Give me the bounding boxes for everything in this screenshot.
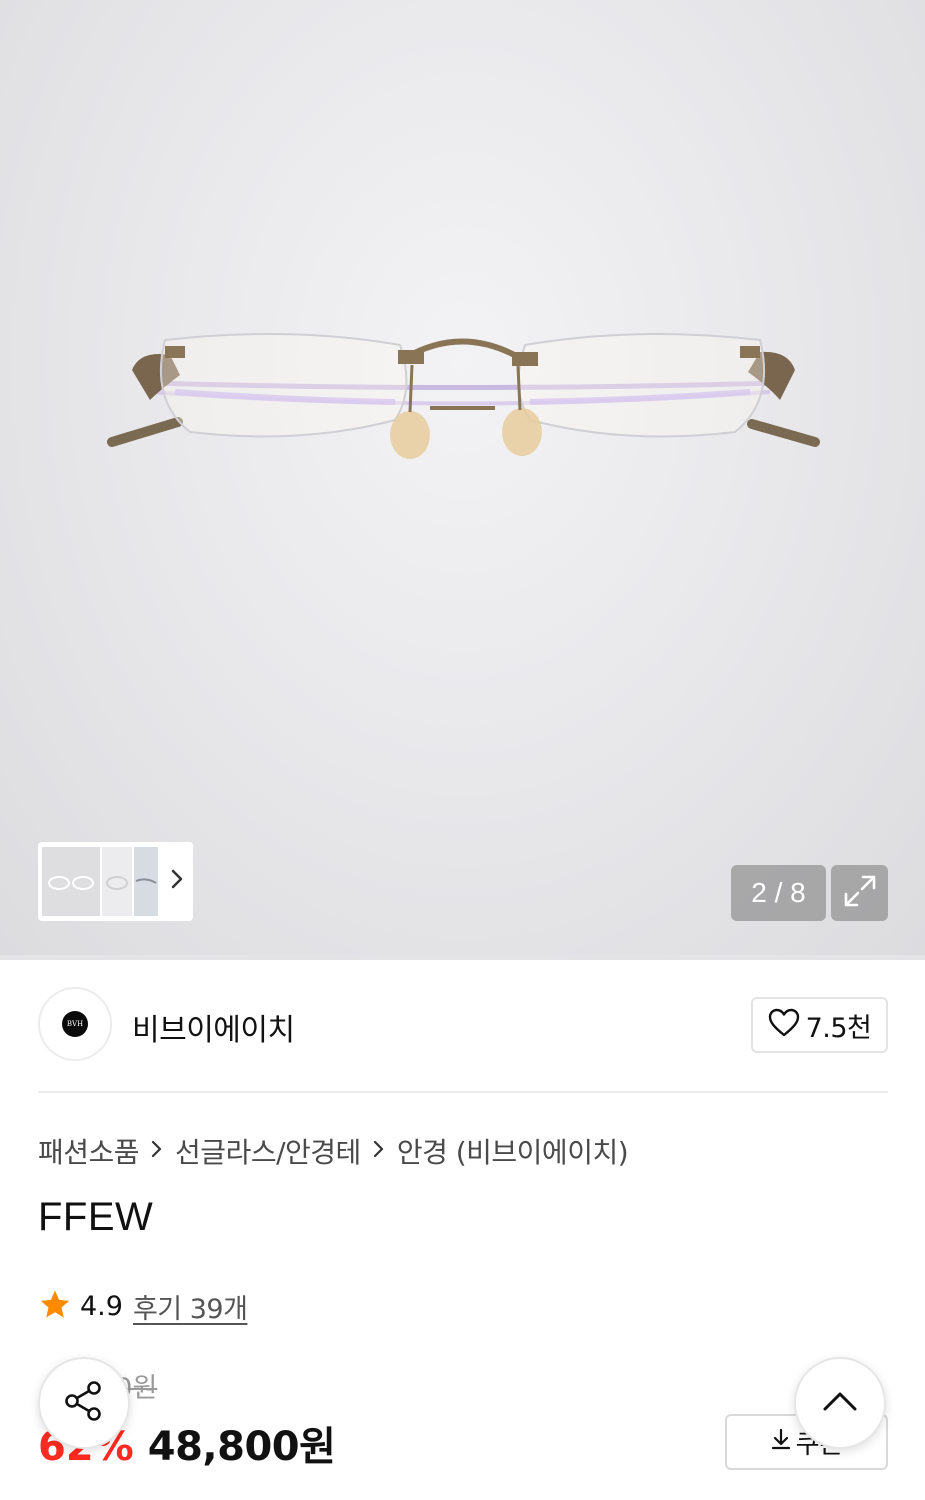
- sale-price: 48,800원: [147, 1424, 336, 1470]
- download-icon: [770, 1427, 792, 1458]
- brand-logo[interactable]: BVH: [38, 987, 112, 1061]
- expand-button[interactable]: [831, 865, 888, 921]
- like-button[interactable]: 7.5천: [751, 997, 888, 1053]
- rating-value: 4.9: [80, 1291, 123, 1322]
- scroll-top-button[interactable]: [794, 1357, 886, 1449]
- brand-row: BVH 비브이에이치 7.5천: [38, 987, 888, 1063]
- thumbnail-3[interactable]: [134, 847, 158, 916]
- breadcrumb-item[interactable]: 안경 (비브이에이치): [397, 1131, 629, 1171]
- chevron-right-icon: [151, 1137, 163, 1165]
- breadcrumb-item[interactable]: 패션소품: [38, 1131, 140, 1171]
- like-count: 7.5천: [805, 1012, 872, 1044]
- star-icon: [38, 1288, 72, 1326]
- thumbnail-strip[interactable]: [38, 842, 193, 921]
- expand-icon: [842, 873, 878, 913]
- share-icon: [62, 1379, 106, 1427]
- review-link[interactable]: 후기 39개: [133, 1287, 248, 1326]
- gallery-divider: [0, 955, 925, 960]
- thumbnail-2[interactable]: [102, 847, 132, 916]
- chevron-up-icon: [822, 1390, 858, 1416]
- breadcrumb: 패션소품 선글라스/안경테 안경 (비브이에이치): [38, 1131, 629, 1171]
- image-page-indicator: 2 / 8: [731, 865, 826, 921]
- rating-row: 4.9 후기 39개: [38, 1287, 248, 1326]
- brand-name[interactable]: 비브이에이치: [132, 1005, 295, 1049]
- section-divider: [38, 1091, 888, 1093]
- product-image: [107, 333, 820, 459]
- chevron-right-icon[interactable]: [170, 868, 184, 895]
- breadcrumb-item[interactable]: 선글라스/안경테: [175, 1131, 361, 1171]
- product-title: FFEW: [38, 1195, 154, 1239]
- chevron-right-icon: [373, 1137, 385, 1165]
- thumbnail-1[interactable]: [42, 847, 100, 916]
- brand-logo-mark: BVH: [62, 1011, 88, 1037]
- heart-icon: [768, 1008, 800, 1042]
- share-button[interactable]: [38, 1357, 130, 1449]
- product-image-gallery[interactable]: 2 / 8: [0, 0, 925, 955]
